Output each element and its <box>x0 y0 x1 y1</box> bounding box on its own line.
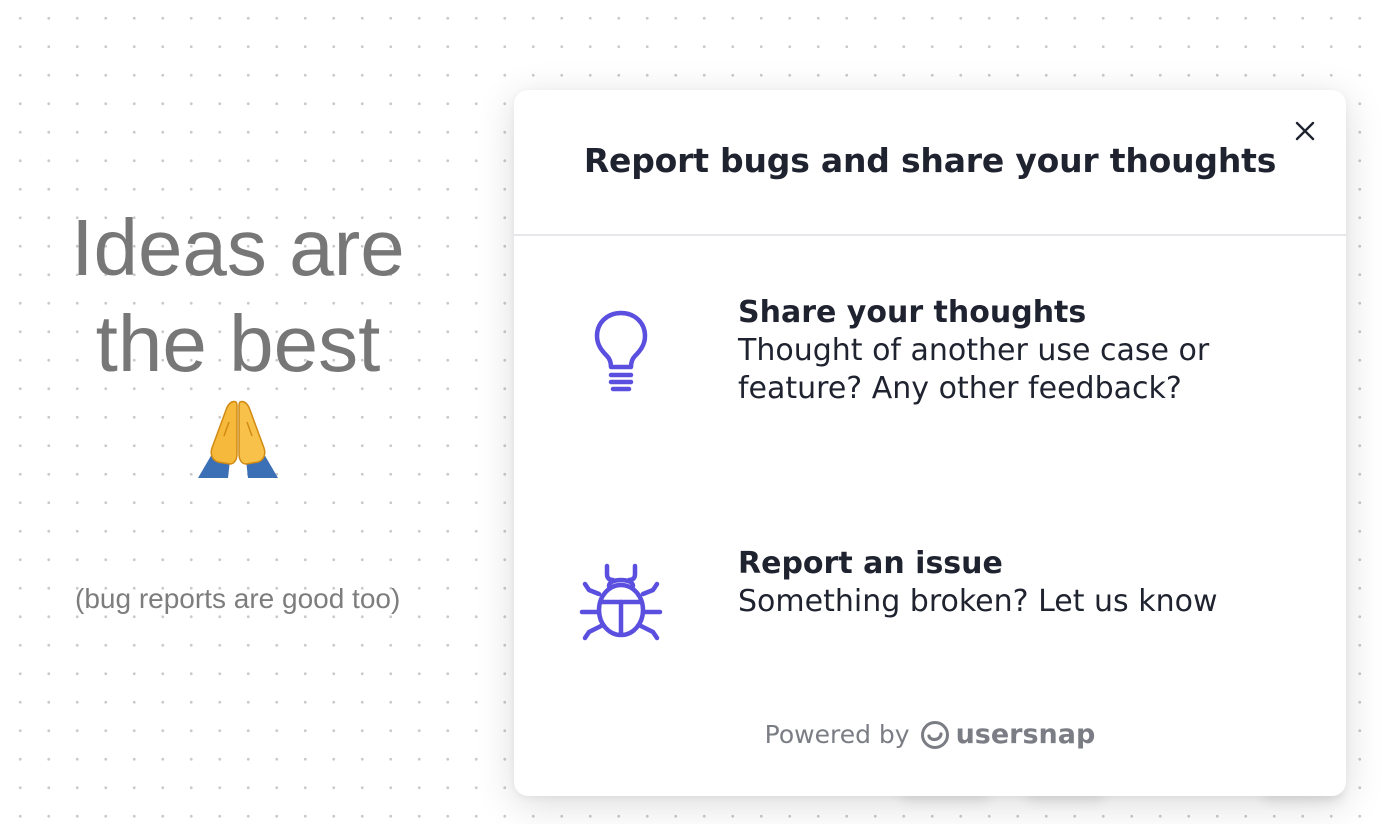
share-thoughts-option[interactable]: Share your thoughts Thought of another u… <box>514 284 1346 424</box>
report-issue-text: Report an issue Something broken? Let us… <box>738 545 1298 621</box>
option-title: Share your thoughts <box>738 295 1087 330</box>
option-title: Report an issue <box>738 546 1003 581</box>
close-button[interactable] <box>1290 116 1320 146</box>
share-thoughts-text: Share your thoughts Thought of another u… <box>738 294 1298 408</box>
lightbulb-icon <box>576 306 666 396</box>
modal-header: Report bugs and share your thoughts <box>514 90 1346 236</box>
report-issue-option[interactable]: Report an issue Something broken? Let us… <box>514 535 1346 675</box>
option-description: feature? Any other feedback? <box>738 371 1182 406</box>
option-description: Something broken? Let us know <box>738 584 1218 619</box>
bug-icon <box>576 557 666 647</box>
modal-title: Report bugs and share your thoughts <box>583 141 1277 180</box>
option-description: Thought of another use case or <box>738 333 1210 368</box>
headline-line-1: Ideas are <box>71 203 405 292</box>
subnote-text: (bug reports are good too) <box>75 583 401 614</box>
folded-hands-icon <box>40 396 436 478</box>
powered-by-text: Powered by <box>764 720 910 749</box>
usersnap-link[interactable]: usersnap <box>920 719 1096 750</box>
headline-line-2: the best <box>95 299 381 388</box>
usersnap-logo-icon <box>920 721 949 749</box>
feedback-modal: Report bugs and share your thoughts Shar… <box>514 90 1346 796</box>
usersnap-brand-name: usersnap <box>955 719 1096 750</box>
left-panel: Ideas are the best <box>40 200 436 478</box>
modal-footer: Powered by usersnap <box>514 720 1346 750</box>
close-icon <box>1295 121 1315 141</box>
